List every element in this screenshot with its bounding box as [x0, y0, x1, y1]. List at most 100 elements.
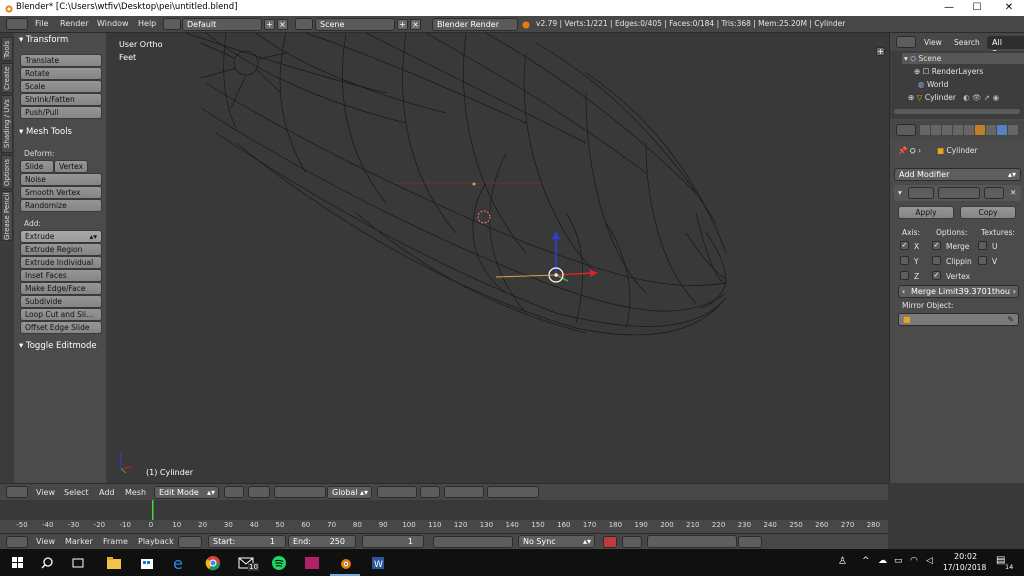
manipulator-toggles[interactable] — [274, 486, 326, 498]
timeline-playback-menu[interactable]: Playback — [138, 537, 174, 546]
task-view-icon[interactable] — [68, 553, 88, 573]
shrink-fatten-button[interactable]: Shrink/Fatten — [20, 93, 102, 106]
pivot-point-icon[interactable] — [248, 486, 270, 498]
clock-date[interactable]: 17/10/2018 — [943, 563, 986, 572]
mode-dropdown[interactable]: Edit Mode ▴▾ — [154, 486, 219, 499]
offset-edge-slide-button[interactable]: Offset Edge Slide — [20, 321, 102, 334]
outliner-item-scene[interactable]: ▾ ⛭ Scene — [904, 54, 941, 64]
randomize-button[interactable]: Randomize — [20, 199, 102, 212]
outliner-item-renderlayers[interactable]: ⊕ ☐ RenderLayers — [914, 67, 983, 76]
texture-u-checkbox[interactable] — [978, 241, 987, 250]
current-frame-field[interactable]: 1 — [362, 535, 424, 548]
subdivide-button[interactable]: Subdivide — [20, 295, 102, 308]
vertex-groups-checkbox[interactable]: ✓ — [932, 271, 941, 280]
active-keying-set-field[interactable] — [647, 535, 737, 548]
properties-toggle-button[interactable]: + — [876, 47, 885, 56]
modifier-move-arrows[interactable] — [984, 187, 1004, 199]
scale-button[interactable]: Scale — [20, 80, 102, 93]
timeline-frame-menu[interactable]: Frame — [103, 537, 128, 546]
menu-add[interactable]: Add — [99, 488, 115, 497]
menu-window[interactable]: Window — [97, 19, 129, 28]
editor-type-properties-icon[interactable] — [896, 124, 916, 136]
modifier-visibility-toggles[interactable] — [938, 187, 980, 199]
outliner-view-menu[interactable]: View — [924, 38, 942, 47]
toggle-editmode-panel-header[interactable]: ▾ Toggle Editmode — [14, 341, 106, 354]
search-icon[interactable] — [38, 553, 58, 573]
scene-field[interactable]: Scene — [315, 18, 395, 31]
transform-panel-header[interactable]: ▾ Transform — [14, 35, 106, 48]
timeline-view-menu[interactable]: View — [36, 537, 55, 546]
editor-type-outliner-icon[interactable] — [896, 36, 916, 48]
axis-x-checkbox[interactable]: ✓ — [900, 241, 909, 250]
sync-mode-dropdown[interactable]: No Sync ▴▾ — [518, 535, 595, 548]
timeline-area[interactable]: -50 -40 -30 -20 -10 0 10 20 30 40 50 60 70 80 90 100 110… — [0, 500, 888, 533]
remove-scene-button[interactable]: × — [410, 19, 421, 30]
volume-icon[interactable]: ◁ — [926, 556, 933, 566]
modifier-header[interactable]: ▾ ✕ — [894, 185, 1021, 201]
minimize-button[interactable]: — — [934, 0, 964, 16]
maximize-button[interactable]: ☐ — [962, 0, 992, 16]
chrome-icon[interactable] — [203, 553, 223, 573]
inset-faces-button[interactable]: Inset Faces — [20, 269, 102, 282]
merge-checkbox[interactable]: ✓ — [932, 241, 941, 250]
tab-shading-uvs[interactable]: Shading / UVs — [1, 95, 13, 153]
extrude-individual-button[interactable]: Extrude Individual — [20, 256, 102, 269]
outliner-display-mode[interactable]: All Scenes — [987, 36, 1024, 58]
add-modifier-dropdown[interactable]: Add Modifier ▴▾ — [894, 168, 1021, 181]
tab-grease-pencil[interactable]: Grease Pencil — [1, 191, 13, 241]
axis-z-checkbox[interactable] — [900, 271, 909, 280]
add-layout-button[interactable]: + — [264, 19, 275, 30]
network-icon[interactable]: ▭ — [894, 556, 903, 566]
tab-tools[interactable]: Tools — [1, 37, 13, 61]
loop-cut-button[interactable]: Loop Cut and Sli... — [20, 308, 102, 321]
clipping-checkbox[interactable] — [932, 256, 941, 265]
onedrive-icon[interactable]: ☁ — [878, 556, 887, 566]
transform-orientation-dropdown[interactable]: Global ▴▾ — [327, 486, 372, 499]
outliner-item-world[interactable]: ◍ World — [918, 80, 948, 89]
end-frame-field[interactable]: End: 250 — [288, 535, 356, 548]
use-preview-range-icon[interactable] — [178, 536, 202, 548]
file-explorer-icon[interactable] — [104, 553, 124, 573]
menu-mesh[interactable]: Mesh — [125, 488, 146, 497]
select-mode-buttons[interactable] — [377, 486, 417, 498]
people-icon[interactable]: ♙ — [838, 556, 847, 567]
timeline-marker-menu[interactable]: Marker — [65, 537, 93, 546]
show-hidden-icons-icon[interactable]: ^ — [862, 556, 870, 566]
keying-set-icon[interactable] — [622, 536, 642, 548]
insert-keyframe-icon[interactable] — [738, 536, 762, 548]
noise-button[interactable]: Noise — [20, 173, 102, 186]
extrude-region-button[interactable]: Extrude Region — [20, 243, 102, 256]
menu-file[interactable]: File — [35, 19, 48, 28]
outliner-search-menu[interactable]: Search — [954, 38, 980, 47]
menu-view[interactable]: View — [36, 488, 55, 497]
slide-vertex-button[interactable]: Vertex — [54, 160, 88, 173]
slide-edge-button[interactable]: Slide Ed — [20, 160, 54, 182]
menu-render[interactable]: Render — [60, 19, 88, 28]
windows-start-icon[interactable] — [8, 553, 28, 573]
add-scene-button[interactable]: + — [397, 19, 408, 30]
word-icon[interactable]: W — [368, 553, 388, 573]
modifier-collapse-icon[interactable]: ▾ — [898, 188, 902, 197]
render-engine-dropdown[interactable]: Blender Render — [432, 18, 518, 31]
outliner-item-cylinder[interactable]: ⊕ ▽ Cylinder ◐ 👁 ➚ ◉ — [908, 93, 999, 102]
scene-icon[interactable] — [295, 18, 313, 30]
screen-layout-field[interactable]: Default — [182, 18, 262, 31]
pin-icon[interactable]: 📌 ⛭ › — [898, 146, 921, 156]
menu-help[interactable]: Help — [138, 19, 156, 28]
store-icon[interactable] — [137, 553, 157, 573]
occlude-geometry-icon[interactable] — [420, 486, 440, 498]
snap-tools-icon[interactable] — [487, 486, 539, 498]
game-app-icon[interactable] — [302, 553, 322, 573]
editor-type-timeline-icon[interactable] — [6, 536, 28, 548]
proportional-edit-icon[interactable] — [444, 486, 484, 498]
outliner-scrollbar[interactable] — [894, 109, 1020, 114]
remove-layout-button[interactable]: × — [277, 19, 288, 30]
editor-type-3d-view-icon[interactable] — [6, 486, 28, 498]
clock-time[interactable]: 20:02 — [954, 552, 977, 561]
properties-context-tabs[interactable] — [920, 124, 1024, 136]
apply-button[interactable]: Apply — [898, 206, 954, 219]
translate-button[interactable]: Translate — [20, 54, 102, 67]
extrude-button[interactable]: Extrude ▴▾ — [20, 230, 102, 243]
push-pull-button[interactable]: Push/Pull — [20, 106, 102, 119]
playback-controls[interactable] — [433, 536, 513, 548]
